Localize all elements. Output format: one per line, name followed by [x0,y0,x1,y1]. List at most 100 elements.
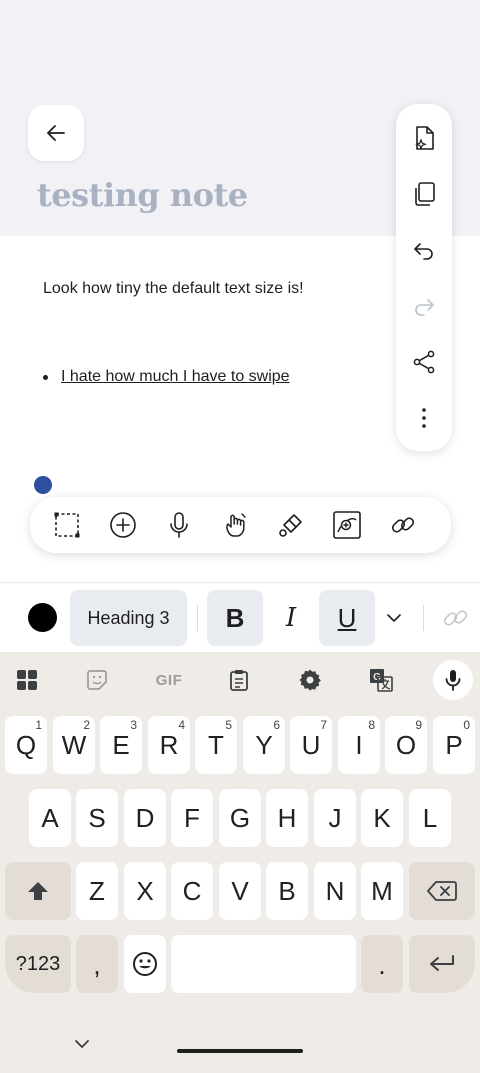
key-x[interactable]: X [124,862,166,920]
eraser-button[interactable] [271,505,311,545]
redo-icon [415,299,434,316]
redo-button[interactable] [396,284,452,328]
key-hint: 8 [368,718,375,732]
copy-button[interactable] [396,172,452,216]
ai-file-icon [415,126,434,151]
format-divider [197,605,198,631]
bold-button[interactable]: B [207,590,263,646]
back-button[interactable] [28,105,84,161]
key-hint: 1 [35,718,42,732]
ai-file-button[interactable] [396,116,452,160]
key-w[interactable]: W2 [53,716,95,774]
note-title[interactable]: testing note [37,176,248,214]
format-divider [423,605,424,631]
key-label: T [208,729,224,760]
add-button[interactable] [103,505,143,545]
italic-button[interactable]: I [263,590,319,646]
symbols-key[interactable]: ?123 [5,935,71,993]
eraser-icon [279,514,302,537]
home-gesture-handle[interactable] [177,1049,303,1053]
keyboard-sticker-button[interactable] [77,660,117,700]
key-u[interactable]: U7 [290,716,332,774]
key-j[interactable]: J [314,789,356,847]
chevron-down-icon [387,614,401,622]
keyboard-voice-button[interactable] [433,660,473,700]
translate-icon: G [370,669,393,692]
key-hint: 9 [415,718,422,732]
key-hint: 2 [83,718,90,732]
format-link-button[interactable] [432,590,480,646]
share-icon [413,350,435,374]
microphone-icon [445,670,461,691]
key-i[interactable]: I8 [338,716,380,774]
keyboard-gif-button[interactable]: GIF [148,660,190,700]
keyboard-translate-button[interactable]: G [361,660,401,700]
key-t[interactable]: T5 [195,716,237,774]
keyboard-settings-button[interactable] [290,660,330,700]
text-color-button[interactable] [28,603,57,632]
key-label: Q [15,729,37,760]
key-b[interactable]: B [266,862,308,920]
key-k[interactable]: K [361,789,403,847]
shift-key[interactable] [5,862,71,920]
key-label: Y [255,729,273,760]
undo-button[interactable] [396,228,452,272]
key-hint: 3 [130,718,137,732]
key-label: E [112,729,130,760]
space-key[interactable] [171,935,356,993]
key-g[interactable]: G [219,789,261,847]
emoji-key[interactable] [124,935,166,993]
key-r[interactable]: R4 [148,716,190,774]
draw-button[interactable] [215,505,255,545]
more-options-button[interactable] [396,396,452,440]
selection-icon [54,512,80,538]
keyboard-hide-button[interactable] [72,1036,92,1052]
shift-icon [28,882,48,900]
keyboard-apps-button[interactable] [7,660,47,700]
heading-style-button[interactable]: Heading 3 [70,590,187,646]
key-hint: 5 [225,718,232,732]
key-h[interactable]: H [266,789,308,847]
key-label: W [61,729,87,760]
period-key[interactable]: . [361,935,403,993]
key-hint: 7 [320,718,327,732]
keyboard-clipboard-button[interactable] [219,660,259,700]
key-a[interactable]: A [29,789,71,847]
voice-record-button[interactable] [159,505,199,545]
key-n[interactable]: N [314,862,356,920]
key-v[interactable]: V [219,862,261,920]
key-s[interactable]: S [76,789,118,847]
key-p[interactable]: P0 [433,716,475,774]
keyboard: GIF G Q1 W2 E3 R4 T5 Y6 U7 I8 O9 P 0 A S… [0,652,480,1073]
key-q[interactable]: Q1 [5,716,47,774]
key-l[interactable]: L [409,789,451,847]
link-button[interactable] [383,505,423,545]
share-button[interactable] [396,340,452,384]
enter-key[interactable] [409,935,475,993]
key-y[interactable]: Y6 [243,716,285,774]
emoji-icon [133,952,157,976]
key-c[interactable]: C [171,862,213,920]
key-label: P [445,729,463,760]
selection-button[interactable] [47,505,87,545]
image-insert-icon [333,511,361,539]
note-paragraph[interactable]: Look how tiny the default text size is! [43,280,304,298]
key-f[interactable]: F [171,789,213,847]
key-o[interactable]: O9 [385,716,427,774]
text-cursor-handle[interactable] [34,476,52,494]
key-d[interactable]: D [124,789,166,847]
side-toolbar [396,104,452,451]
key-m[interactable]: M [361,862,403,920]
more-format-button[interactable] [366,590,422,646]
key-hint: 4 [178,718,185,732]
bullet-item[interactable]: I hate how much I have to swipe [61,368,290,386]
key-e[interactable]: E3 [100,716,142,774]
key-label: I [355,729,363,760]
key-z[interactable]: Z [76,862,118,920]
backspace-key[interactable] [409,862,475,920]
key-label: R [159,729,179,760]
clipboard-icon [230,670,248,691]
link-icon [391,517,415,533]
image-insert-button[interactable] [327,505,367,545]
comma-key[interactable]: , [76,935,118,993]
